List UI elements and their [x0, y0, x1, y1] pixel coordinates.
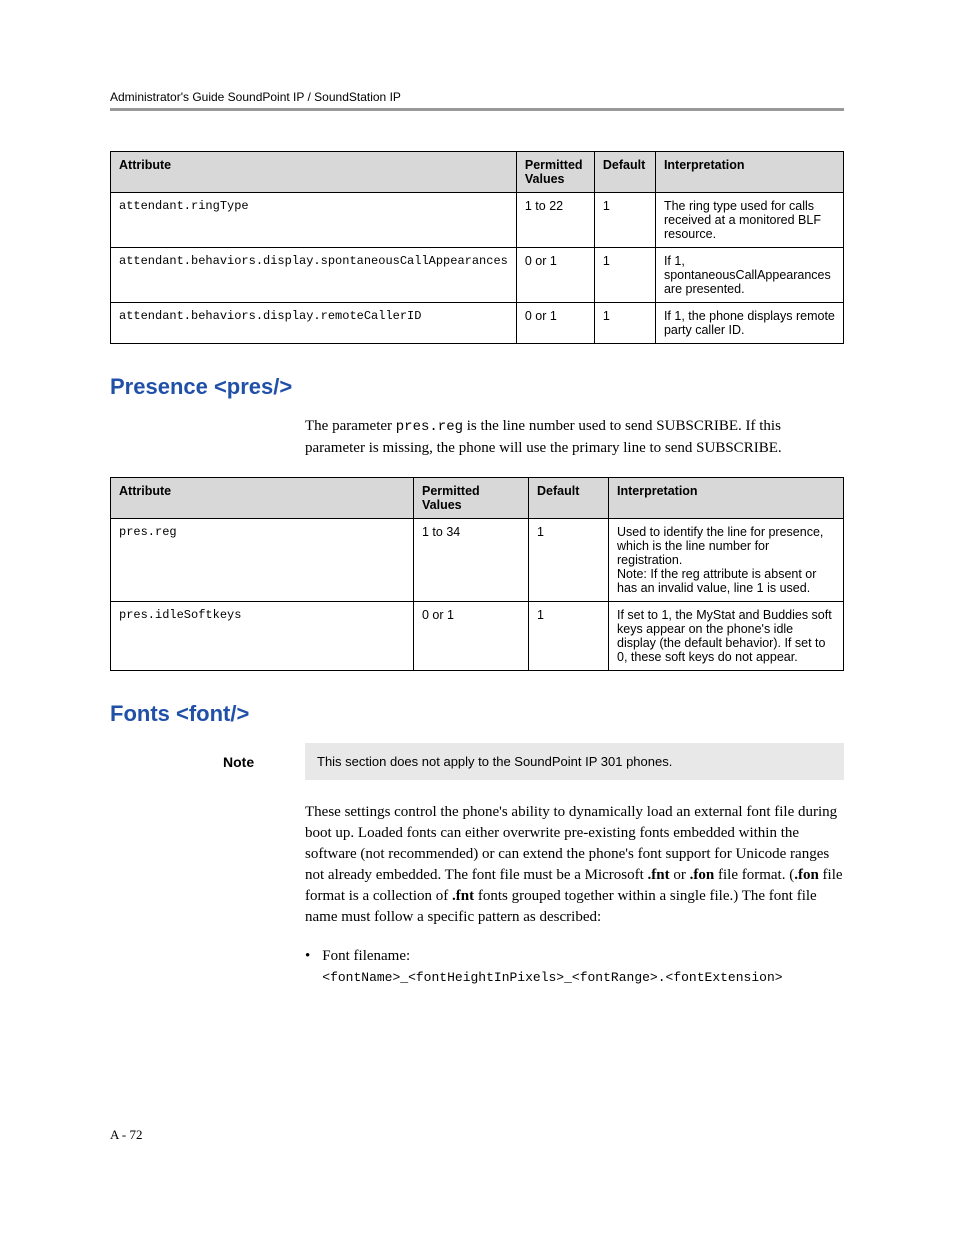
cell-interp: If set to 1, the MyStat and Buddies soft…: [609, 601, 844, 670]
note-box: Note This section does not apply to the …: [305, 743, 844, 781]
presence-table: Attribute Permitted Values Default Inter…: [110, 477, 844, 671]
cell-interp: If 1, spontaneousCallAppearances are pre…: [655, 248, 843, 303]
presence-paragraph: The parameter pres.reg is the line numbe…: [305, 416, 844, 459]
th-interpretation: Interpretation: [655, 152, 843, 193]
th-permitted: Permitted Values: [414, 477, 529, 518]
th-attribute: Attribute: [111, 477, 414, 518]
table-row: pres.idleSoftkeys 0 or 1 1 If set to 1, …: [111, 601, 844, 670]
bold-fnt: .fnt: [648, 867, 670, 883]
cell-attr: attendant.ringType: [111, 193, 517, 248]
cell-attr: attendant.behaviors.display.remoteCaller…: [111, 303, 517, 344]
bold-fon: .fon: [690, 867, 715, 883]
bullet-label: Font filename:: [322, 948, 410, 964]
bold-fnt: .fnt: [452, 888, 474, 904]
cell-attr: pres.reg: [111, 518, 414, 601]
cell-attr: attendant.behaviors.display.spontaneousC…: [111, 248, 517, 303]
cell-default: 1: [594, 193, 655, 248]
cell-permitted: 0 or 1: [414, 601, 529, 670]
cell-permitted: 0 or 1: [516, 248, 594, 303]
bullet-icon: •: [305, 946, 310, 988]
th-attribute: Attribute: [111, 152, 517, 193]
cell-default: 1: [594, 303, 655, 344]
cell-default: 1: [529, 601, 609, 670]
cell-default: 1: [529, 518, 609, 601]
attendant-table: Attribute Permitted Values Default Inter…: [110, 151, 844, 344]
th-interpretation: Interpretation: [609, 477, 844, 518]
cell-permitted: 1 to 34: [414, 518, 529, 601]
cell-interp: Used to identify the line for presence, …: [609, 518, 844, 601]
para-part1: The parameter: [305, 418, 396, 434]
th-default: Default: [529, 477, 609, 518]
bullet-content: Font filename: <fontName>_<fontHeightInP…: [322, 946, 782, 988]
table-header-row: Attribute Permitted Values Default Inter…: [111, 152, 844, 193]
table-row: attendant.behaviors.display.spontaneousC…: [111, 248, 844, 303]
table-row: attendant.behaviors.display.remoteCaller…: [111, 303, 844, 344]
table-row: attendant.ringType 1 to 22 1 The ring ty…: [111, 193, 844, 248]
note-text: This section does not apply to the Sound…: [317, 754, 672, 769]
header-rule: [110, 108, 844, 111]
fonts-heading: Fonts <font/>: [110, 701, 844, 727]
th-default: Default: [594, 152, 655, 193]
code-pres-reg: pres.reg: [396, 419, 463, 435]
fonts-paragraph: These settings control the phone's abili…: [305, 802, 844, 928]
bullet-font-filename: • Font filename: <fontName>_<fontHeightI…: [305, 946, 844, 988]
running-header: Administrator's Guide SoundPoint IP / So…: [110, 90, 844, 104]
page-number: A - 72: [110, 1127, 143, 1143]
table-header-row: Attribute Permitted Values Default Inter…: [111, 477, 844, 518]
para-seg: file format. (: [714, 867, 794, 883]
cell-attr: pres.idleSoftkeys: [111, 601, 414, 670]
cell-interp: The ring type used for calls received at…: [655, 193, 843, 248]
cell-permitted: 0 or 1: [516, 303, 594, 344]
presence-heading: Presence <pres/>: [110, 374, 844, 400]
table-row: pres.reg 1 to 34 1 Used to identify the …: [111, 518, 844, 601]
note-label: Note: [223, 753, 254, 772]
bold-fon: .fon: [794, 867, 819, 883]
cell-default: 1: [594, 248, 655, 303]
cell-interp: If 1, the phone displays remote party ca…: [655, 303, 843, 344]
cell-permitted: 1 to 22: [516, 193, 594, 248]
bullet-mono: <fontName>_<fontHeightInPixels>_<fontRan…: [322, 970, 782, 985]
para-seg: or: [670, 867, 690, 883]
th-permitted: Permitted Values: [516, 152, 594, 193]
